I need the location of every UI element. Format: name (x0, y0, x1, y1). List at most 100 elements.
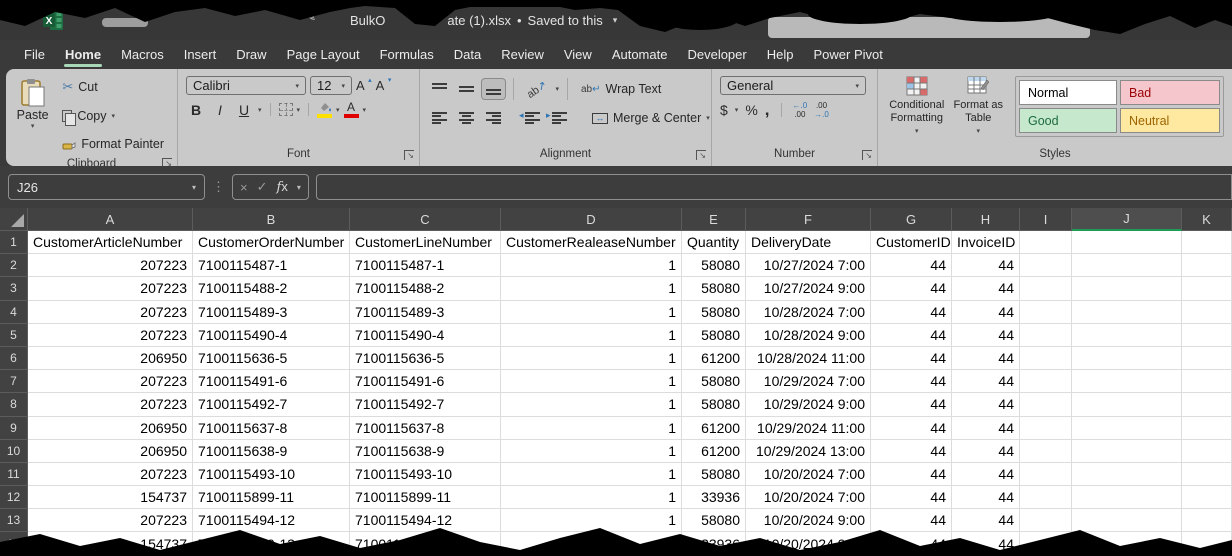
cell-G6[interactable]: 44 (871, 347, 952, 370)
row-header-4[interactable]: 4 (0, 301, 28, 324)
cell-J5[interactable] (1072, 324, 1182, 347)
cell-I14[interactable] (1020, 532, 1072, 555)
confirm-entry-icon[interactable]: ✓ (257, 179, 268, 195)
cell-E1[interactable]: Quantity (682, 231, 746, 254)
decrease-indent-button[interactable]: ◂ (521, 108, 544, 128)
cell-style-bad[interactable]: Bad (1120, 80, 1220, 105)
top-align-button[interactable] (428, 79, 451, 99)
tab-power-pivot[interactable]: Power Pivot (803, 40, 892, 69)
align-right-button[interactable] (482, 108, 505, 128)
cell-A6[interactable]: 206950 (28, 347, 193, 370)
underline-button[interactable]: U (234, 102, 254, 118)
merge-center-button[interactable]: ↔ Merge & Center ▾ (587, 108, 715, 128)
cell-A13[interactable]: 207223 (28, 509, 193, 532)
cell-I10[interactable] (1020, 440, 1072, 463)
format-as-table-button[interactable]: Format as Table ▾ (948, 76, 1010, 137)
cell-B6[interactable]: 7100115636-5 (193, 347, 350, 370)
increase-font-size-button[interactable]: A▴ (356, 78, 372, 93)
cell-K4[interactable] (1182, 301, 1232, 324)
number-dialog-launcher-icon[interactable]: ↘ (862, 150, 872, 160)
chevron-down-icon[interactable]: ▾ (555, 85, 559, 93)
cell-J2[interactable] (1072, 254, 1182, 277)
cell-F10[interactable]: 10/29/2024 13:00 (746, 440, 871, 463)
row-header-7[interactable]: 7 (0, 370, 28, 393)
row-header-2[interactable]: 2 (0, 254, 28, 277)
cell-E10[interactable]: 61200 (682, 440, 746, 463)
italic-button[interactable]: I (210, 102, 230, 118)
fill-color-button[interactable] (317, 101, 332, 118)
cell-F2[interactable]: 10/27/2024 7:00 (746, 254, 871, 277)
cell-F14[interactable]: 10/20/2024 9:00 (746, 532, 871, 555)
cell-H10[interactable]: 44 (952, 440, 1020, 463)
cell-H14[interactable]: 44 (952, 532, 1020, 555)
cancel-entry-icon[interactable]: × (240, 180, 248, 195)
tab-view[interactable]: View (554, 40, 602, 69)
select-all-corner[interactable] (0, 208, 28, 231)
chevron-down-icon[interactable]: ▾ (735, 106, 739, 114)
cell-E13[interactable]: 58080 (682, 509, 746, 532)
cell-C14[interactable]: 7100115900-13 (350, 532, 501, 555)
cell-K6[interactable] (1182, 347, 1232, 370)
cell-F6[interactable]: 10/28/2024 11:00 (746, 347, 871, 370)
column-header-D[interactable]: D (501, 208, 682, 231)
cell-H3[interactable]: 44 (952, 277, 1020, 300)
cell-I3[interactable] (1020, 277, 1072, 300)
cell-C6[interactable]: 7100115636-5 (350, 347, 501, 370)
cell-E11[interactable]: 58080 (682, 463, 746, 486)
column-header-H[interactable]: H (952, 208, 1020, 231)
cell-G11[interactable]: 44 (871, 463, 952, 486)
cell-D3[interactable]: 1 (501, 277, 682, 300)
cell-H8[interactable]: 44 (952, 393, 1020, 416)
cell-A3[interactable]: 207223 (28, 277, 193, 300)
cell-C7[interactable]: 7100115491-6 (350, 370, 501, 393)
cell-H7[interactable]: 44 (952, 370, 1020, 393)
tab-help[interactable]: Help (757, 40, 804, 69)
column-header-F[interactable]: F (746, 208, 871, 231)
cell-C10[interactable]: 7100115638-9 (350, 440, 501, 463)
row-header-6[interactable]: 6 (0, 347, 28, 370)
cell-D12[interactable]: 1 (501, 486, 682, 509)
tab-macros[interactable]: Macros (111, 40, 174, 69)
wrap-text-button[interactable]: ab↵ Wrap Text (576, 79, 666, 99)
cell-J9[interactable] (1072, 417, 1182, 440)
cell-A9[interactable]: 206950 (28, 417, 193, 440)
currency-button[interactable]: $ (720, 102, 728, 118)
cell-A2[interactable]: 207223 (28, 254, 193, 277)
cell-B5[interactable]: 7100115490-4 (193, 324, 350, 347)
increase-indent-button[interactable]: ▸ (548, 108, 571, 128)
decrease-decimal-button[interactable]: .00 →.0 (814, 101, 829, 119)
cell-I4[interactable] (1020, 301, 1072, 324)
cell-F1[interactable]: DeliveryDate (746, 231, 871, 254)
cell-E6[interactable]: 61200 (682, 347, 746, 370)
cell-C8[interactable]: 7100115492-7 (350, 393, 501, 416)
insert-function-icon[interactable]: fx (277, 179, 288, 195)
cell-D8[interactable]: 1 (501, 393, 682, 416)
cell-K14[interactable] (1182, 532, 1232, 555)
cell-B11[interactable]: 7100115493-10 (193, 463, 350, 486)
cell-J6[interactable] (1072, 347, 1182, 370)
cell-B2[interactable]: 7100115487-1 (193, 254, 350, 277)
cell-J14[interactable] (1072, 532, 1182, 555)
cell-D13[interactable]: 1 (501, 509, 682, 532)
cell-J12[interactable] (1072, 486, 1182, 509)
tab-home[interactable]: Home (55, 40, 111, 69)
paste-button[interactable]: Paste ▾ (14, 76, 51, 130)
row-header-5[interactable]: 5 (0, 324, 28, 347)
cell-B7[interactable]: 7100115491-6 (193, 370, 350, 393)
cell-A12[interactable]: 154737 (28, 486, 193, 509)
row-header-12[interactable]: 12 (0, 486, 28, 509)
cell-D1[interactable]: CustomerRealeaseNumber (501, 231, 682, 254)
tab-file[interactable]: File (14, 40, 55, 69)
middle-align-button[interactable] (455, 79, 478, 99)
cell-E5[interactable]: 58080 (682, 324, 746, 347)
column-header-B[interactable]: B (193, 208, 350, 231)
cell-E12[interactable]: 33936 (682, 486, 746, 509)
tab-automate[interactable]: Automate (602, 40, 678, 69)
cell-B14[interactable]: 7100115900-13 (193, 532, 350, 555)
bold-button[interactable]: B (186, 102, 206, 118)
font-family-combobox[interactable]: Calibri ▾ (186, 76, 306, 95)
cell-G4[interactable]: 44 (871, 301, 952, 324)
cell-style-normal[interactable]: Normal (1019, 80, 1117, 105)
cell-J3[interactable] (1072, 277, 1182, 300)
cell-H11[interactable]: 44 (952, 463, 1020, 486)
